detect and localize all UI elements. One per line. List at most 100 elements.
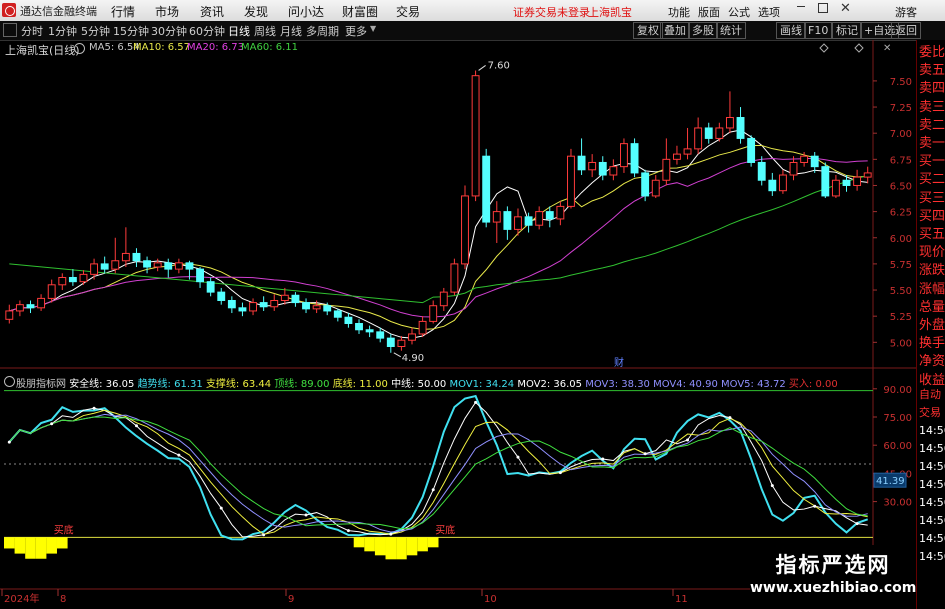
menu-bar: 通达信金融终端 行情 市场 资讯 发现 问小达 财富圈 交易 证券交易未登录 上… bbox=[0, 0, 945, 22]
period-tab-5min[interactable]: 5分钟 bbox=[81, 23, 110, 39]
candle-body bbox=[333, 310, 342, 318]
candle-body bbox=[736, 117, 745, 139]
menu-item-formula[interactable]: 公式 bbox=[728, 4, 750, 20]
candle-body bbox=[641, 172, 650, 197]
close-icon[interactable]: ✕ bbox=[840, 1, 851, 16]
candle bbox=[111, 237, 120, 274]
draw-line-button[interactable]: 画线 bbox=[776, 22, 806, 39]
period-tab-weekly[interactable]: 周线 bbox=[254, 23, 276, 39]
period-tab-1min[interactable]: 1分钟 bbox=[48, 23, 77, 39]
period-tab-monthly[interactable]: 月线 bbox=[280, 23, 302, 39]
y-tick-label: 6.25 bbox=[890, 208, 912, 219]
candle bbox=[100, 256, 109, 274]
f10-button[interactable]: F10 bbox=[804, 22, 833, 39]
maximize-icon[interactable] bbox=[818, 3, 828, 13]
candle bbox=[768, 172, 777, 196]
period-tab-more[interactable]: 更多 bbox=[345, 23, 367, 39]
region-label: 上海凯宝 bbox=[588, 6, 632, 19]
quote-field-label: 净资 bbox=[919, 354, 945, 370]
overlay-button[interactable]: 叠加 bbox=[660, 22, 690, 39]
candle bbox=[79, 270, 88, 285]
candle-body bbox=[227, 299, 236, 309]
x-tick-label: 2024年 bbox=[4, 592, 39, 605]
candle-body bbox=[577, 155, 586, 171]
candle-body bbox=[79, 273, 88, 283]
auto-trade-label[interactable]: 自动 bbox=[919, 385, 941, 405]
candle bbox=[683, 127, 692, 160]
safety-dot bbox=[855, 522, 859, 526]
x-tick-label: 11 bbox=[675, 594, 688, 605]
candle-body bbox=[588, 161, 597, 171]
candle bbox=[673, 145, 681, 165]
quote-field-label: 卖五 bbox=[919, 63, 945, 79]
grid-icon[interactable] bbox=[3, 23, 17, 37]
candle bbox=[217, 287, 226, 305]
candle-body bbox=[630, 143, 639, 174]
candle-body bbox=[704, 127, 713, 139]
period-tab-15min[interactable]: 15分钟 bbox=[113, 23, 149, 39]
menu-item-quotes[interactable]: 行情 bbox=[111, 3, 135, 20]
menu-item-function[interactable]: 功能 bbox=[668, 4, 690, 20]
candle-body bbox=[598, 161, 607, 176]
candle-body bbox=[143, 260, 152, 268]
candle bbox=[164, 258, 173, 278]
multi-stock-button[interactable]: 多股 bbox=[688, 22, 718, 39]
candle-body bbox=[673, 153, 681, 160]
quote-field-label: 卖四 bbox=[919, 81, 945, 97]
period-tab-30min[interactable]: 30分钟 bbox=[151, 23, 187, 39]
menu-item-trade[interactable]: 交易 bbox=[396, 3, 420, 20]
quote-field-label: 买二 bbox=[919, 172, 945, 188]
chevron-down-icon[interactable]: ▼ bbox=[370, 24, 376, 33]
candles bbox=[5, 70, 872, 353]
candle bbox=[757, 156, 766, 186]
adjust-button[interactable]: 复权 bbox=[633, 22, 663, 39]
watermark-title: 指标严选网 bbox=[775, 553, 891, 577]
candle bbox=[725, 91, 734, 134]
auto-trade-label[interactable]: 交易 bbox=[919, 403, 941, 423]
period-tab-intraday[interactable]: 分时 bbox=[21, 23, 43, 39]
period-tab-multi[interactable]: 多周期 bbox=[306, 23, 339, 39]
menu-item-ask[interactable]: 问小达 bbox=[288, 3, 324, 20]
login-notice[interactable]: 证券交易未登录 bbox=[513, 4, 590, 20]
candle-body bbox=[291, 294, 300, 304]
low-marker bbox=[393, 352, 402, 358]
guest-label[interactable]: 游客 bbox=[895, 4, 917, 20]
buy-label: 买底 bbox=[54, 523, 74, 536]
menu-item-news[interactable]: 资讯 bbox=[200, 3, 224, 20]
minimize-icon[interactable] bbox=[797, 6, 805, 7]
safety-dot bbox=[431, 488, 435, 492]
menu-item-options[interactable]: 选项 bbox=[758, 4, 780, 20]
quote-field-label: 委比 bbox=[919, 45, 945, 60]
y-axis: 7.50 7.25 7.00 6.75 6.50 6.25 6.00 5.75 5.50 5.25… bbox=[1, 77, 912, 605]
menu-item-discover[interactable]: 发现 bbox=[244, 3, 268, 20]
period-tab-60min[interactable]: 60分钟 bbox=[189, 23, 225, 39]
quote-field-label: 买三 bbox=[919, 190, 945, 206]
chart-canvas[interactable]: 90.0075.0060.0045.0030.0041.39 买底买底 7.60… bbox=[0, 40, 916, 609]
candle bbox=[482, 148, 491, 228]
stats-button[interactable]: 统计 bbox=[716, 22, 746, 39]
candle bbox=[471, 70, 480, 202]
period-tab-daily[interactable]: 日线 bbox=[228, 23, 250, 39]
buy-zone-bar bbox=[427, 537, 439, 548]
menu-item-wealth[interactable]: 财富圈 bbox=[342, 3, 378, 20]
candle-body bbox=[556, 205, 565, 220]
candle-body bbox=[450, 263, 459, 293]
safety-dot bbox=[262, 533, 266, 537]
watermark-url: www.xuezhibiao.com bbox=[750, 580, 917, 596]
menu-item-market[interactable]: 市场 bbox=[155, 3, 179, 20]
candle bbox=[747, 135, 756, 167]
candle-body bbox=[408, 333, 416, 341]
high-label: 7.60 bbox=[488, 60, 510, 71]
candle-body bbox=[185, 262, 194, 270]
tick-time-label: 14:56 bbox=[919, 442, 945, 455]
candle-body bbox=[344, 316, 353, 324]
candle bbox=[37, 294, 46, 311]
mov5-line bbox=[8, 416, 868, 530]
candle bbox=[778, 169, 787, 194]
y-tick-label: 6.00 bbox=[890, 234, 912, 245]
buy-zone-bar bbox=[46, 537, 57, 554]
menu-item-layout[interactable]: 版面 bbox=[698, 4, 720, 20]
mark-button[interactable]: 标记 bbox=[832, 22, 862, 39]
candle bbox=[620, 138, 628, 173]
back-button[interactable]: 返回 bbox=[891, 22, 921, 39]
